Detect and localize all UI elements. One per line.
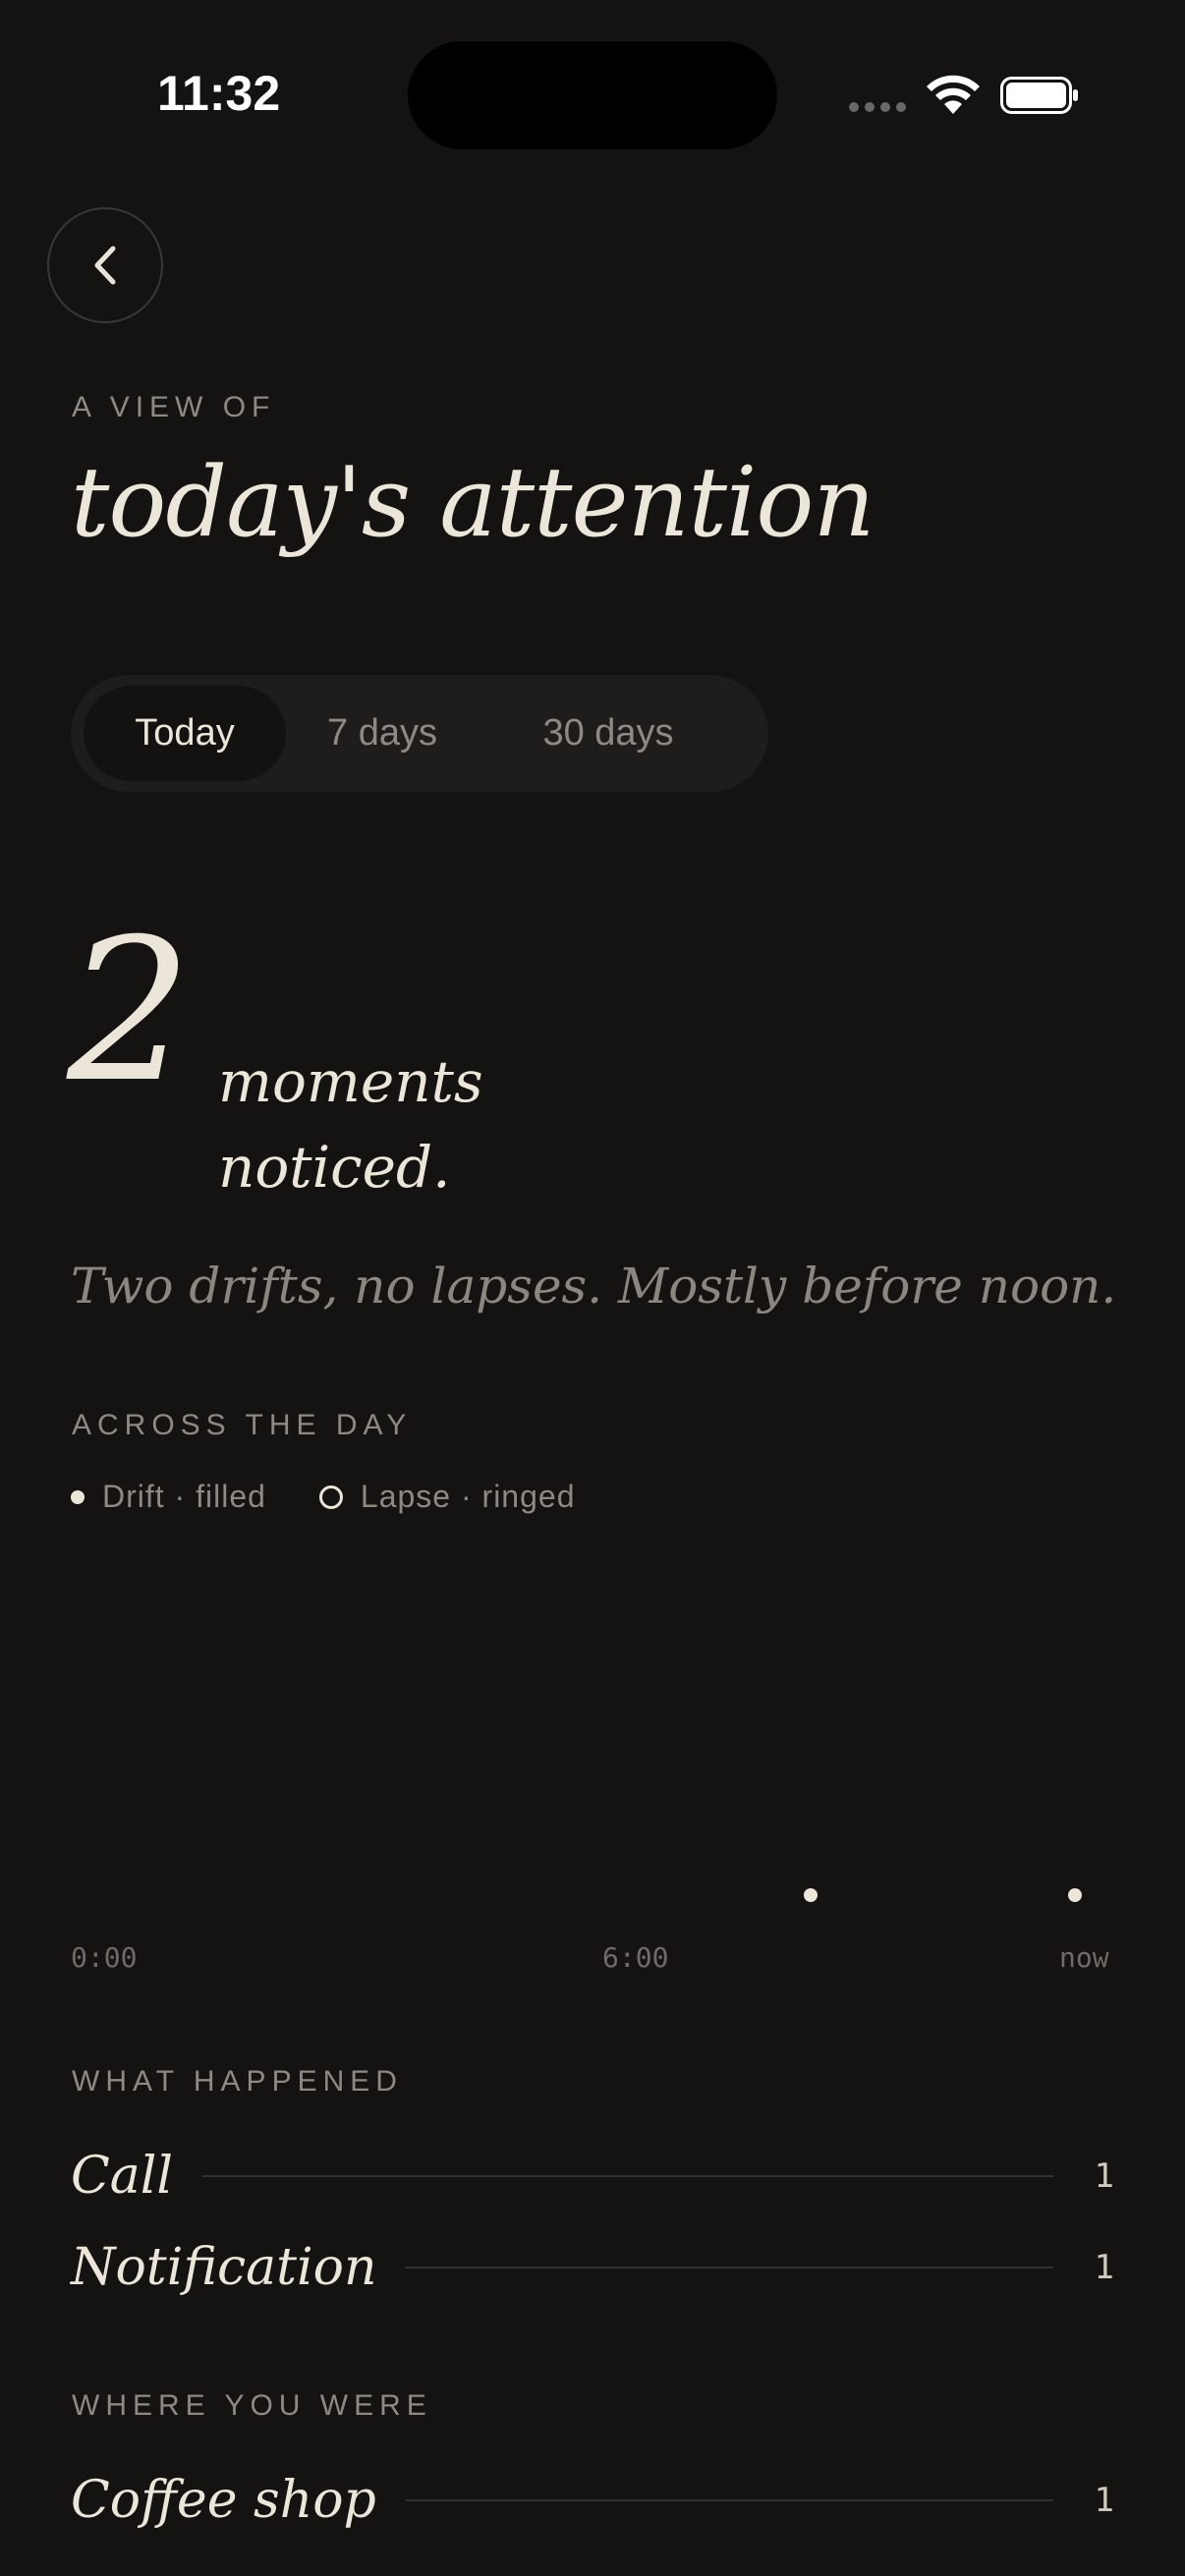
item-label: Coffee shop (71, 2471, 376, 2530)
moments-label-line1: moments (218, 1048, 483, 1115)
item-count: 1 (1094, 2248, 1114, 2287)
back-button[interactable] (47, 207, 163, 323)
axis-label-now: now (1059, 1941, 1109, 1974)
drift-dot-icon (71, 1489, 85, 1504)
timeline-heading: ACROSS THE DAY (72, 1409, 413, 1441)
wifi-icon (927, 75, 980, 114)
page-title: today's attention (71, 447, 875, 559)
divider (202, 2175, 1053, 2177)
moments-label-line2: noticed. (218, 1134, 451, 1201)
timeline-chart (804, 1888, 1082, 1902)
dynamic-island (408, 41, 777, 149)
list-item[interactable]: Call 1 (71, 2147, 1114, 2206)
moments-count: 2 (67, 897, 193, 1126)
signal-icon (849, 102, 906, 112)
status-time: 11:32 (157, 66, 281, 121)
legend-drift: Drift · filled (102, 1479, 266, 1514)
chevron-left-icon (94, 246, 116, 285)
item-label: Call (71, 2147, 174, 2206)
where-you-were-heading: WHERE YOU WERE (72, 2389, 432, 2422)
divider (405, 2499, 1053, 2501)
range-tabs: Today 7 days 30 days (71, 675, 768, 792)
divider (406, 2267, 1053, 2268)
what-happened-heading: WHAT HAPPENED (72, 2065, 403, 2098)
item-count: 1 (1094, 2156, 1114, 2196)
moments-label: moments noticed. (218, 1039, 483, 1210)
axis-label-mid: 6:00 (602, 1941, 669, 1974)
lapse-ring-icon (318, 1484, 343, 1509)
page-eyebrow: A VIEW OF (72, 391, 276, 423)
battery-icon (1000, 77, 1078, 114)
event-drift-1 (804, 1888, 818, 1902)
legend-lapse: Lapse · ringed (360, 1479, 576, 1514)
list-item[interactable]: Coffee shop 1 (71, 2471, 1114, 2530)
timeline-legend: Drift · filled Lapse · ringed (71, 1479, 575, 1515)
item-label: Notification (71, 2238, 377, 2297)
tab-7-days[interactable]: 7 days (289, 686, 476, 781)
event-drift-2 (1068, 1888, 1082, 1902)
tab-today[interactable]: Today (84, 686, 286, 781)
item-count: 1 (1094, 2481, 1114, 2520)
axis-label-start: 0:00 (71, 1941, 138, 1974)
list-item[interactable]: Notification 1 (71, 2238, 1114, 2297)
summary-description: Two drifts, no lapses. Mostly before noo… (71, 1258, 1117, 1315)
tab-30-days[interactable]: 30 days (495, 686, 721, 781)
